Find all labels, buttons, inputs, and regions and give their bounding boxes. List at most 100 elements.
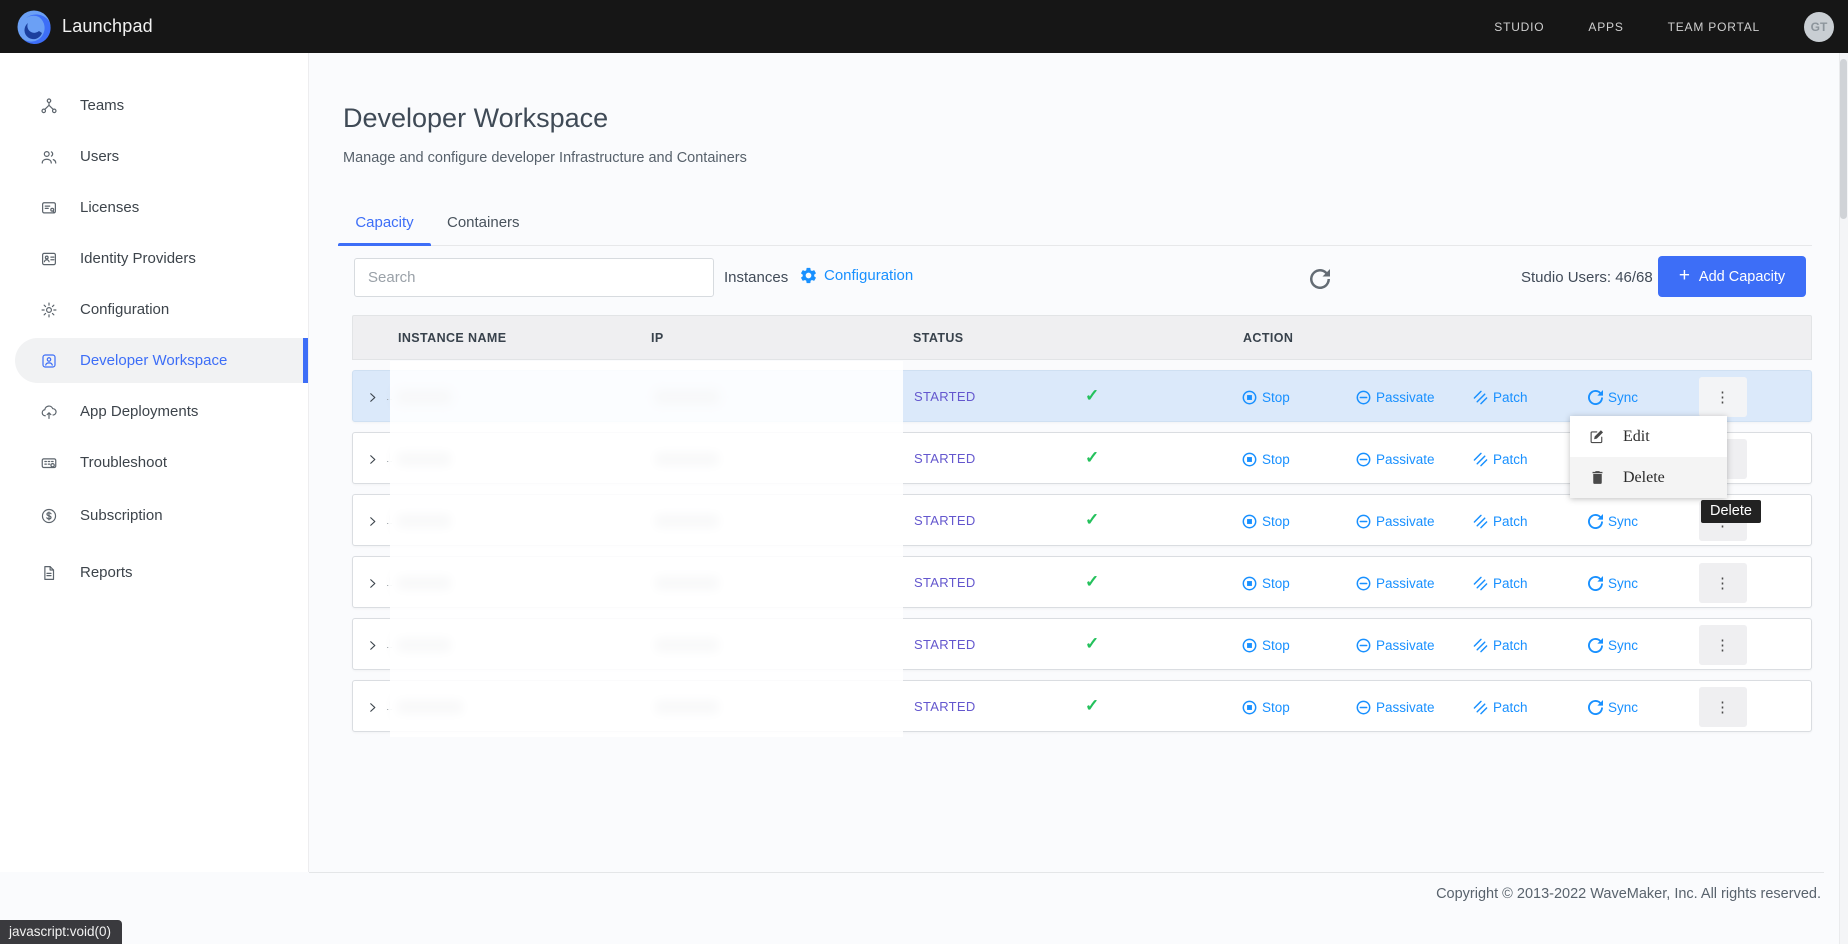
table-header: INSTANCE NAMEIPSTATUSACTION xyxy=(352,315,1812,360)
patch-action-button[interactable]: Patch xyxy=(1473,619,1528,671)
patch-action-button[interactable]: Patch xyxy=(1473,557,1528,609)
page-scrollbar[interactable] xyxy=(1839,53,1848,944)
app-deployments-icon xyxy=(40,403,58,421)
launchpad-app: Launchpad STUDIO APPS TEAM PORTAL GT Teams… xyxy=(0,0,1848,944)
sync-action-label: Sync xyxy=(1608,514,1638,529)
menu-item-edit[interactable]: Edit xyxy=(1570,416,1727,457)
gear-icon xyxy=(799,266,818,285)
sidebar-item-identity-providers[interactable]: Identity Providers xyxy=(0,233,308,284)
tab-containers[interactable]: Containers xyxy=(431,198,536,246)
row-menu-button[interactable]: ⋮ xyxy=(1699,377,1747,417)
stop-action-label: Stop xyxy=(1262,452,1290,467)
row-menu-button[interactable]: ⋮ xyxy=(1699,625,1747,665)
sync-action-button[interactable]: Sync xyxy=(1588,681,1638,733)
row-menu-button[interactable]: ⋮ xyxy=(1699,563,1747,603)
sync-icon xyxy=(1588,514,1603,529)
licenses-icon xyxy=(40,199,58,217)
stop-action-button[interactable]: Stop xyxy=(1242,619,1290,671)
teams-icon xyxy=(40,97,58,115)
status-text: STARTED xyxy=(914,557,976,609)
sidebar-item-reports[interactable]: Reports xyxy=(0,547,308,598)
passivate-action-button[interactable]: Passivate xyxy=(1356,557,1435,609)
expand-chevron-icon[interactable] xyxy=(367,495,383,547)
expand-chevron-icon[interactable] xyxy=(367,557,383,609)
menu-item-delete[interactable]: Delete xyxy=(1570,457,1727,498)
stop-icon xyxy=(1242,700,1257,715)
sync-action-label: Sync xyxy=(1608,390,1638,405)
row-menu-button[interactable]: ⋮ xyxy=(1699,687,1747,727)
sync-action-button[interactable]: Sync xyxy=(1588,495,1638,547)
stop-action-button[interactable]: Stop xyxy=(1242,557,1290,609)
sidebar-item-subscription[interactable]: Subscription xyxy=(0,490,308,541)
stop-action-label: Stop xyxy=(1262,390,1290,405)
column-header-action: ACTION xyxy=(1243,316,1293,360)
passivate-action-button[interactable]: Passivate xyxy=(1356,433,1435,485)
search-input[interactable] xyxy=(354,258,714,297)
user-avatar[interactable]: GT xyxy=(1804,12,1834,42)
patch-icon xyxy=(1473,390,1488,405)
stop-action-button[interactable]: Stop xyxy=(1242,681,1290,733)
expand-chevron-icon[interactable] xyxy=(367,371,383,423)
sync-action-label: Sync xyxy=(1608,576,1638,591)
stop-action-label: Stop xyxy=(1262,638,1290,653)
expand-chevron-icon[interactable] xyxy=(367,619,383,671)
patch-icon xyxy=(1473,638,1488,653)
tabs: CapacityContainers xyxy=(338,198,536,246)
studio-users-count: Studio Users: 46/68 xyxy=(1521,269,1653,286)
refresh-button[interactable] xyxy=(1306,265,1334,293)
navbar-right: STUDIO APPS TEAM PORTAL GT xyxy=(1494,0,1834,53)
patch-action-label: Patch xyxy=(1493,700,1528,715)
passivate-action-button[interactable]: Passivate xyxy=(1356,371,1435,423)
patch-action-button[interactable]: Patch xyxy=(1473,371,1528,423)
nav-link-apps[interactable]: APPS xyxy=(1588,20,1623,34)
nav-link-studio[interactable]: STUDIO xyxy=(1494,20,1544,34)
sync-icon xyxy=(1588,576,1603,591)
sync-action-button[interactable]: Sync xyxy=(1588,557,1638,609)
sync-action-button[interactable]: Sync xyxy=(1588,619,1638,671)
scrollbar-thumb[interactable] xyxy=(1840,59,1847,219)
passivate-action-button[interactable]: Passivate xyxy=(1356,495,1435,547)
sync-action-label: Sync xyxy=(1608,638,1638,653)
patch-action-button[interactable]: Patch xyxy=(1473,495,1528,547)
tab-capacity[interactable]: Capacity xyxy=(338,198,431,246)
brand-name: Launchpad xyxy=(62,16,153,37)
patch-action-button[interactable]: Patch xyxy=(1473,681,1528,733)
configuration-link-label: Configuration xyxy=(824,267,913,284)
sidebar-item-teams[interactable]: Teams xyxy=(0,80,308,131)
sidebar-item-licenses[interactable]: Licenses xyxy=(0,182,308,233)
page-title: Developer Workspace xyxy=(343,103,608,134)
stop-action-label: Stop xyxy=(1262,576,1290,591)
success-check-icon: ✓ xyxy=(1085,681,1099,731)
passivate-icon xyxy=(1356,700,1371,715)
stop-action-button[interactable]: Stop xyxy=(1242,495,1290,547)
nav-link-team-portal[interactable]: TEAM PORTAL xyxy=(1668,20,1760,34)
plus-icon: + xyxy=(1679,265,1690,287)
expand-chevron-icon[interactable] xyxy=(367,681,383,733)
sidebar-item-troubleshoot[interactable]: Troubleshoot xyxy=(0,437,308,488)
sidebar-item-label: Teams xyxy=(80,97,124,114)
patch-action-label: Patch xyxy=(1493,390,1528,405)
sidebar-item-app-deployments[interactable]: App Deployments xyxy=(0,386,308,437)
stop-action-button[interactable]: Stop xyxy=(1242,433,1290,485)
success-check-icon: ✓ xyxy=(1085,557,1099,607)
patch-action-label: Patch xyxy=(1493,576,1528,591)
add-capacity-button[interactable]: + Add Capacity xyxy=(1658,256,1806,297)
configuration-link[interactable]: Configuration xyxy=(799,266,913,285)
status-text: STARTED xyxy=(914,495,976,547)
patch-action-button[interactable]: Patch xyxy=(1473,433,1528,485)
sidebar-item-label: Subscription xyxy=(80,507,163,524)
passivate-icon xyxy=(1356,514,1371,529)
identity-providers-icon xyxy=(40,250,58,268)
passivate-action-button[interactable]: Passivate xyxy=(1356,681,1435,733)
sidebar-item-configuration[interactable]: Configuration xyxy=(0,284,308,335)
stop-action-button[interactable]: Stop xyxy=(1242,371,1290,423)
success-check-icon: ✓ xyxy=(1085,371,1099,421)
success-check-icon: ✓ xyxy=(1085,619,1099,669)
sidebar-item-developer-workspace[interactable]: Developer Workspace xyxy=(15,338,308,383)
passivate-action-button[interactable]: Passivate xyxy=(1356,619,1435,671)
brand[interactable]: Launchpad xyxy=(16,9,153,45)
expand-chevron-icon[interactable] xyxy=(367,433,383,485)
column-header-instance-name: INSTANCE NAME xyxy=(398,316,506,360)
sidebar-item-users[interactable]: Users xyxy=(0,131,308,182)
top-navbar: Launchpad STUDIO APPS TEAM PORTAL GT xyxy=(0,0,1848,53)
